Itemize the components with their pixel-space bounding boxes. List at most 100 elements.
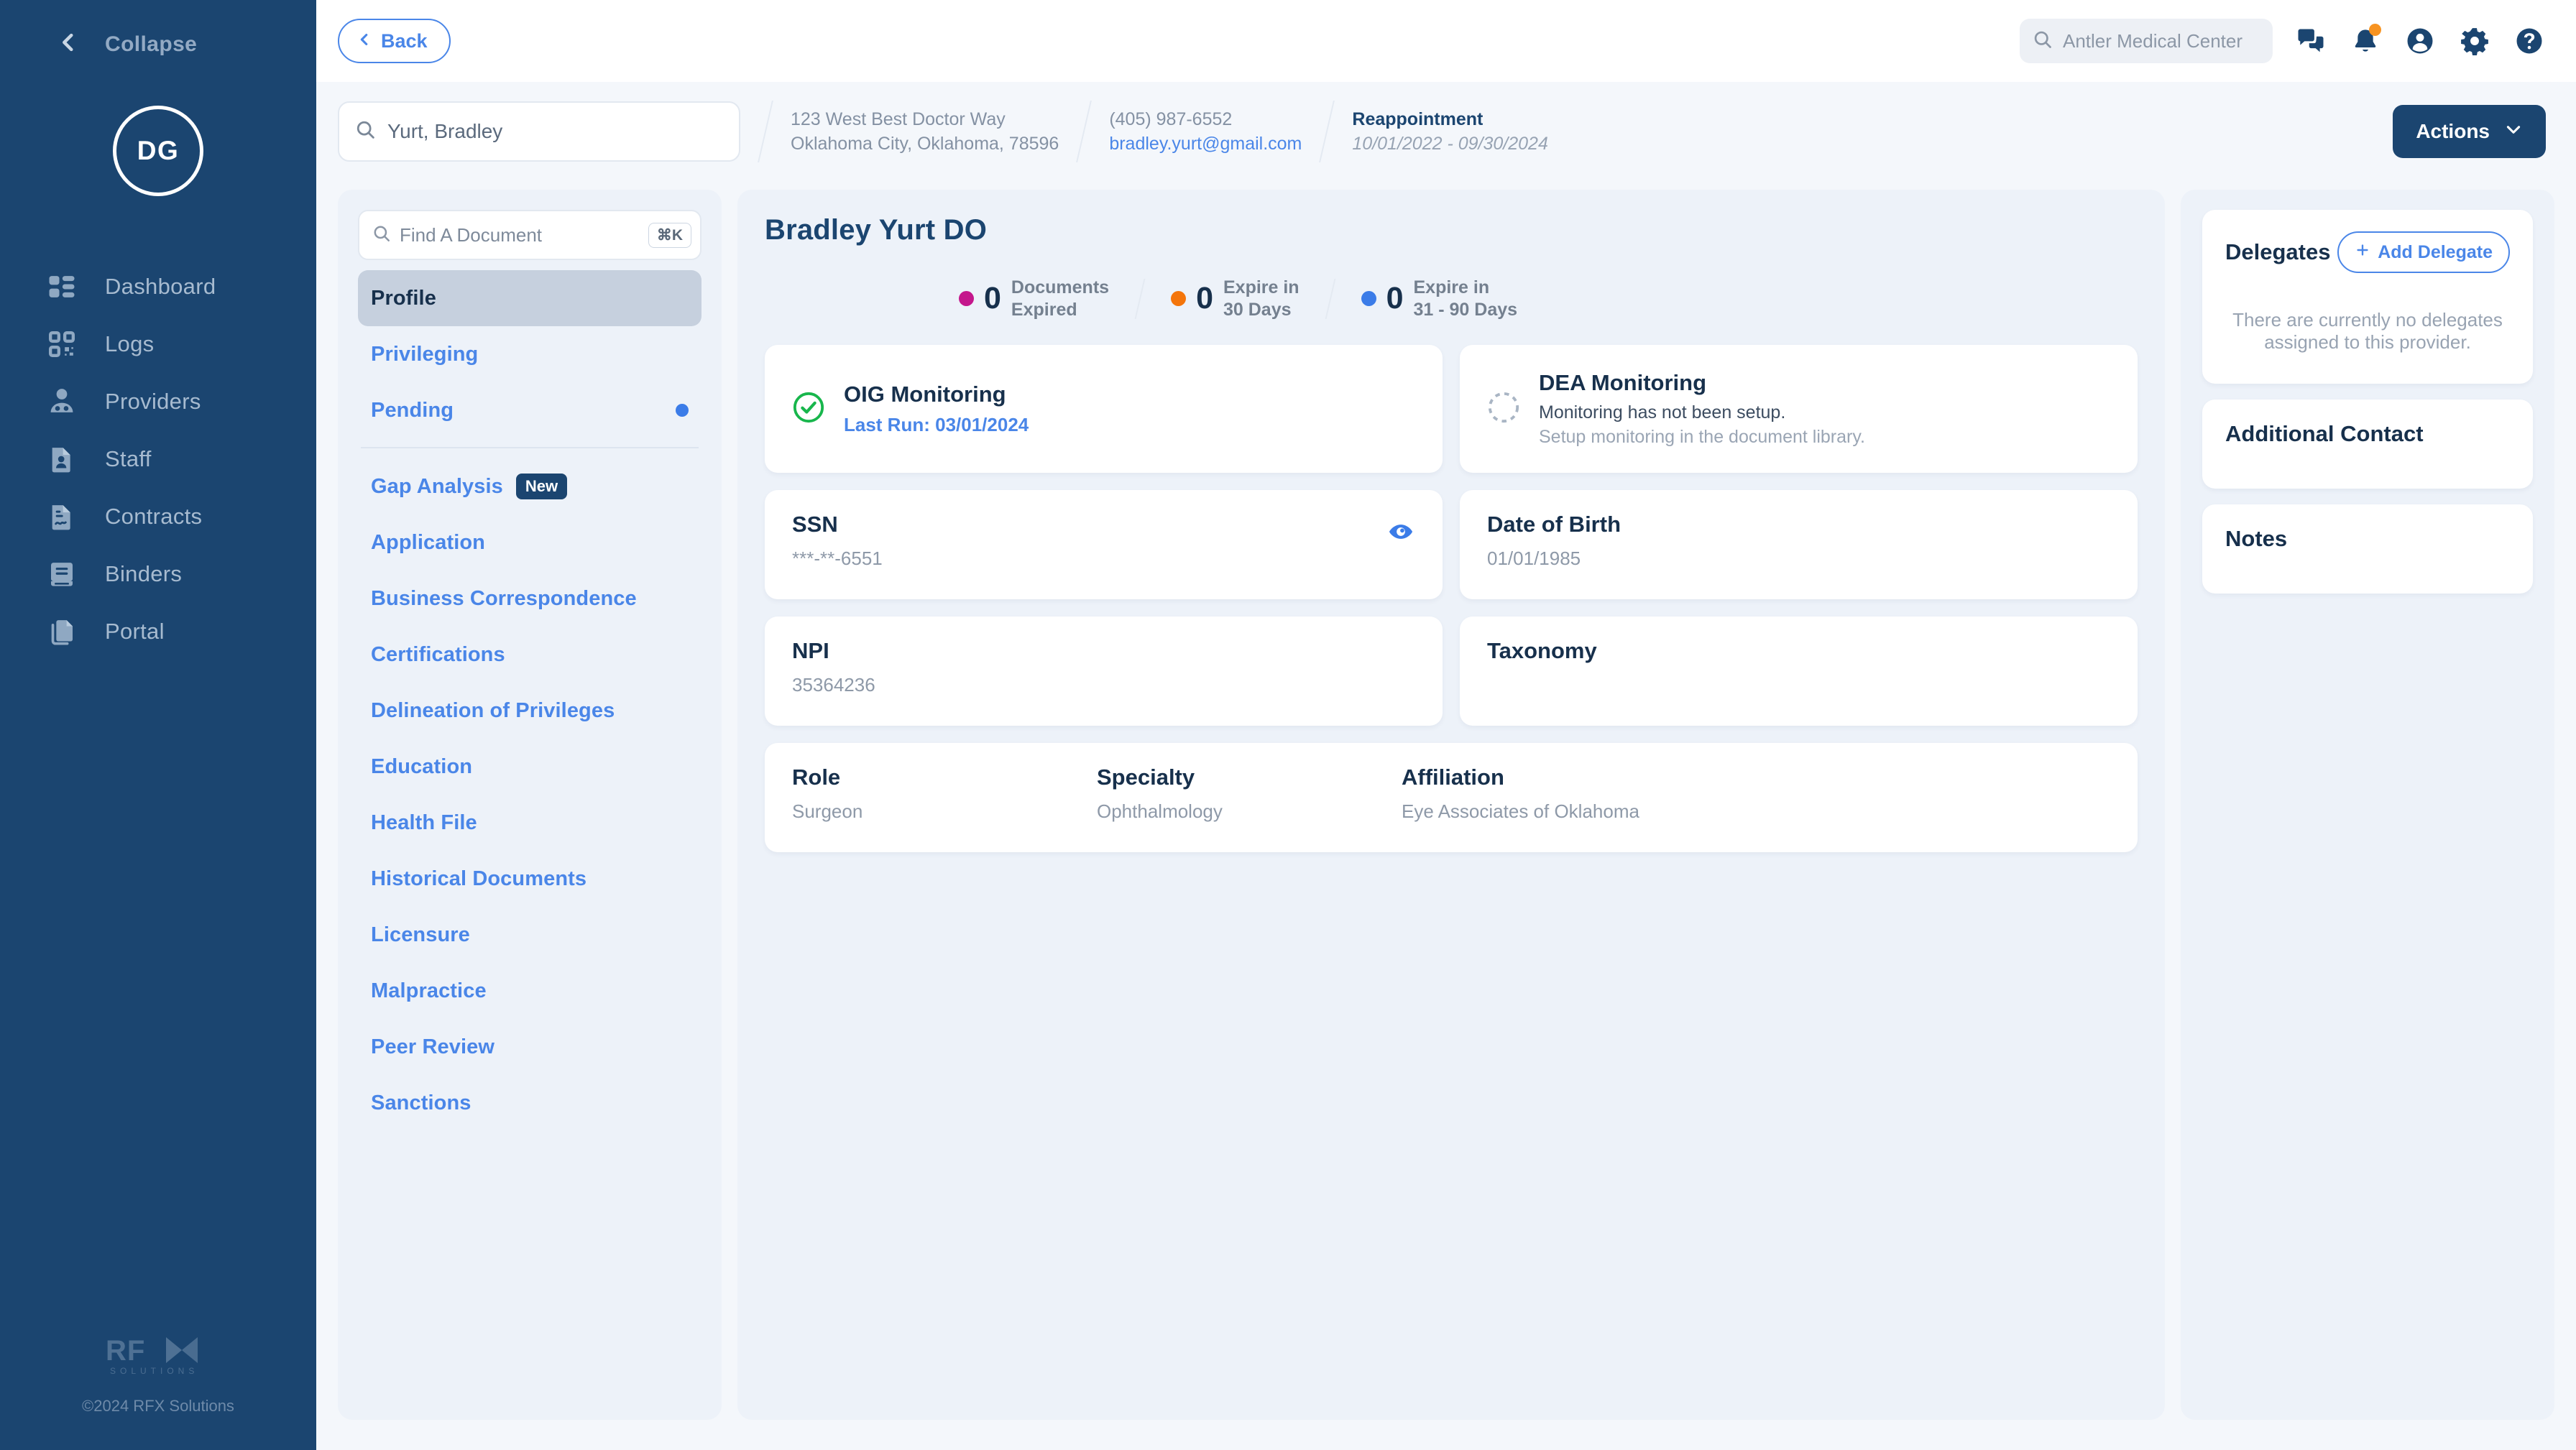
sidebar: Collapse DG Dashboard Logs Providers Sta… [0,0,316,1450]
bell-notification-icon[interactable] [2349,24,2382,57]
doc-item-licensure[interactable]: Licensure [358,907,702,963]
staff-badge-icon [46,443,78,475]
doc-item-business-correspondence[interactable]: Business Correspondence [358,571,702,627]
actions-button[interactable]: Actions [2393,105,2546,158]
find-document-search[interactable]: Find A Document ⌘K [358,210,702,260]
doc-item-label: Historical Documents [371,867,587,890]
doc-item-sanctions[interactable]: Sanctions [358,1075,702,1131]
stat-count: 0 [1196,281,1213,315]
date-of-birth-card[interactable]: Date of Birth 01/01/1985 [1460,490,2138,599]
sidebar-item-dashboard[interactable]: Dashboard [0,258,316,315]
notification-badge [2369,24,2381,36]
pending-status-dot [676,404,689,417]
actions-button-label: Actions [2416,120,2490,142]
eye-reveal-icon[interactable] [1386,517,1415,546]
sidebar-item-contracts[interactable]: Contracts [0,488,316,545]
contract-document-icon [46,501,78,532]
doc-item-education[interactable]: Education [358,739,702,795]
sidebar-item-portal[interactable]: Portal [0,603,316,660]
doc-item-label: Profile [371,286,436,310]
documents-panel: Find A Document ⌘K Profile Privileging P… [338,190,722,1420]
document-status-summary: 0 Documents Expired 0 Expire in 30 Days 0 … [765,277,2138,320]
help-question-icon[interactable] [2513,24,2546,57]
doc-item-health-file[interactable]: Health File [358,795,702,851]
add-delegate-button[interactable]: Add Delegate [2337,231,2510,273]
delegates-card: Delegates Add Delegate There are current… [2202,210,2533,384]
oig-last-run: Last Run: 03/01/2024 [844,414,1029,436]
doc-item-malpractice[interactable]: Malpractice [358,963,702,1019]
field-label: Date of Birth [1487,512,1621,537]
user-account-icon[interactable] [2404,24,2437,57]
sidebar-collapse-label: Collapse [105,32,198,56]
sidebar-item-logs[interactable]: Logs [0,315,316,373]
sidebar-item-label: Dashboard [105,274,216,299]
dea-status-line-1: Monitoring has not been setup. [1539,402,1786,422]
provider-address: 123 West Best Doctor Way Oklahoma City, … [791,107,1059,157]
doc-item-privileging[interactable]: Privileging [358,326,702,382]
dashed-circle-icon [1487,391,1520,428]
doc-item-label: Malpractice [371,979,487,1002]
find-document-placeholder: Find A Document [400,223,542,246]
check-circle-icon [792,391,825,428]
additional-contact-card[interactable]: Additional Contact [2202,400,2533,489]
delegates-header: Delegates Add Delegate [2225,231,2510,273]
doc-item-label: Education [371,754,473,778]
notes-card[interactable]: Notes [2202,504,2533,594]
messages-icon[interactable] [2294,24,2327,57]
provider-search-input[interactable] [387,120,723,143]
doc-item-application[interactable]: Application [358,514,702,571]
provider-search[interactable] [338,101,740,162]
dea-monitoring-title: DEA Monitoring [1539,370,1707,396]
field-value: 35364236 [792,674,875,696]
specialty-column: Specialty Ophthalmology [1097,765,1402,831]
npi-card[interactable]: NPI 35364236 [765,617,1443,726]
avatar[interactable]: DG [113,106,203,196]
taxonomy-card[interactable]: Taxonomy [1460,617,2138,726]
field-label: NPI [792,638,829,663]
back-button[interactable]: Back [338,19,451,63]
doc-item-profile[interactable]: Profile [358,270,702,326]
doc-item-certifications[interactable]: Certifications [358,627,702,683]
global-search-input[interactable] [2063,29,2260,52]
sidebar-item-label: Contracts [105,504,203,529]
field-label: Affiliation [1402,765,1504,790]
keyboard-shortcut-badge: ⌘K [648,222,691,248]
sidebar-footer: RF SOLUTIONS ©2024 RFX Solutions [0,1333,316,1450]
doc-item-delineation-of-privileges[interactable]: Delineation of Privileges [358,683,702,739]
global-search[interactable] [2020,19,2273,63]
add-delegate-label: Add Delegate [2378,241,2493,262]
oig-monitoring-card[interactable]: OIG Monitoring Last Run: 03/01/2024 [765,345,1443,473]
copyright-text: ©2024 RFX Solutions [82,1397,234,1415]
role-specialty-affiliation-card[interactable]: Role Surgeon Specialty Ophthalmology Aff… [765,743,2138,852]
svg-text:RF: RF [106,1335,145,1367]
stat-count: 0 [1386,281,1404,315]
sidebar-collapse-button[interactable]: Collapse [0,0,316,58]
sidebar-item-binders[interactable]: Binders [0,545,316,603]
field-label: Specialty [1097,765,1195,790]
field-value: ***-**-6551 [792,548,883,569]
field-label: Taxonomy [1487,638,1597,663]
avatar-wrapper: DG [0,106,316,196]
appointment-dates: 10/01/2022 - 09/30/2024 [1352,134,1548,154]
field-value: Eye Associates of Oklahoma [1402,800,1639,822]
doc-item-label: Gap Analysis [371,474,503,498]
doc-item-pending[interactable]: Pending [358,382,702,438]
status-dot [1361,291,1376,306]
gear-settings-icon[interactable] [2458,24,2491,57]
stat-documents-expired: 0 Documents Expired [959,277,1109,320]
doc-item-peer-review[interactable]: Peer Review [358,1019,702,1075]
sidebar-item-staff[interactable]: Staff [0,430,316,488]
ssn-card[interactable]: SSN ***-**-6551 [765,490,1443,599]
additional-contact-title: Additional Contact [2225,421,2424,446]
dea-monitoring-card[interactable]: DEA Monitoring Monitoring has not been s… [1460,345,2138,473]
email-link[interactable]: bradley.yurt@gmail.com [1109,131,1302,157]
dashboard-icon [46,271,78,303]
doc-item-historical-documents[interactable]: Historical Documents [358,851,702,907]
sidebar-item-label: Logs [105,331,155,356]
sidebar-item-providers[interactable]: Providers [0,373,316,430]
appointment-type: Reappointment [1352,108,1484,129]
oig-monitoring-title: OIG Monitoring [844,381,1006,407]
top-bar: Back [316,0,2576,82]
avatar-initials: DG [137,136,180,165]
doc-item-gap-analysis[interactable]: Gap Analysis New [358,458,702,514]
